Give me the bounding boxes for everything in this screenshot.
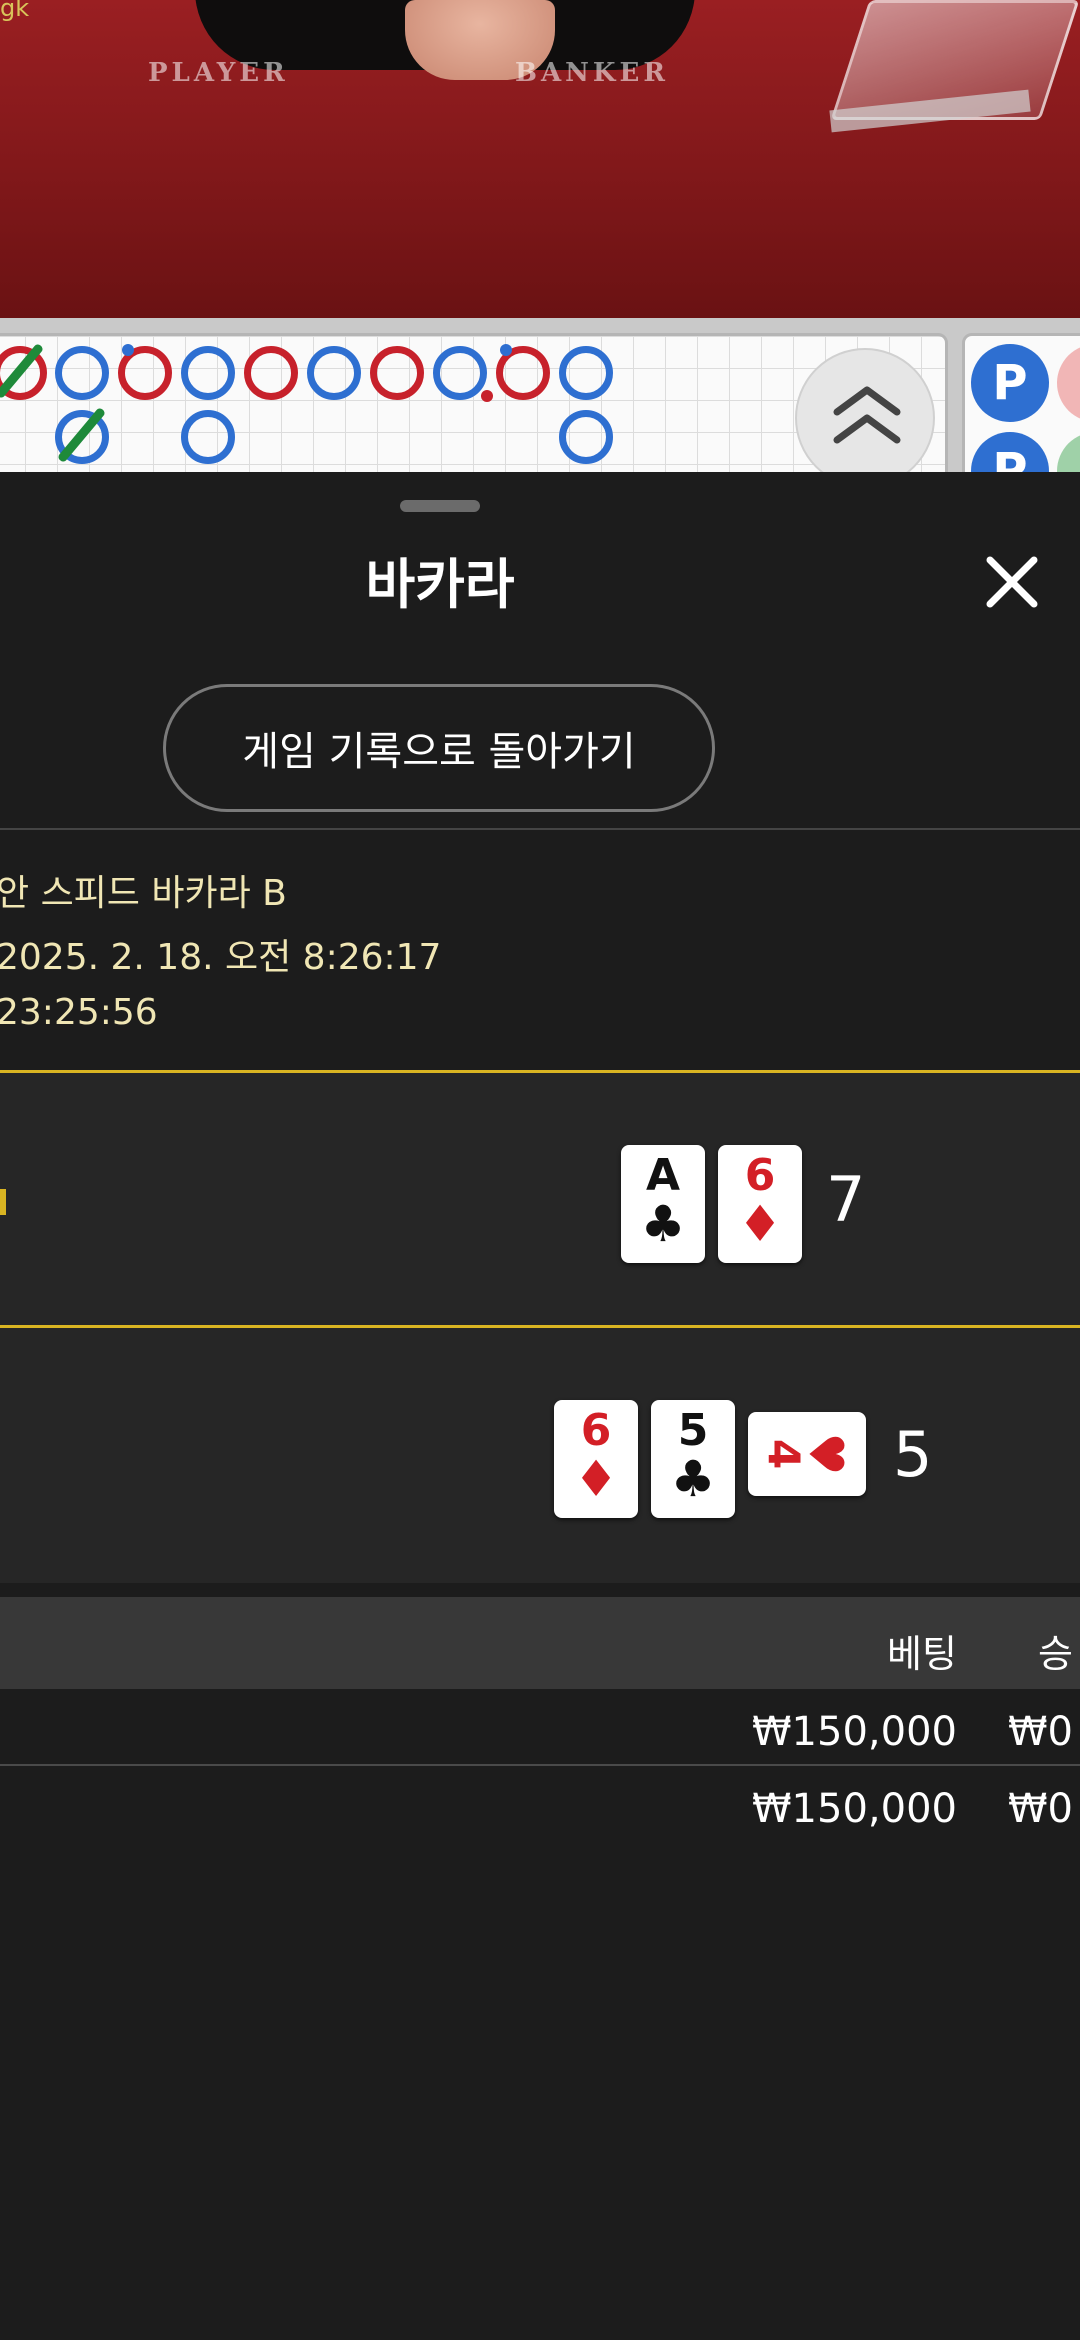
- game-datetime: 2025. 2. 18. 오전 8:26:17: [0, 937, 442, 978]
- road-cell-player: [433, 346, 487, 400]
- road-cell-player: [55, 346, 109, 400]
- bet-amount: ₩150,000: [752, 1709, 957, 1755]
- road-cell-player: [307, 346, 361, 400]
- hand-row: 6 ♦ 5 ♣ 4 ♥ 5: [0, 1328, 1080, 1583]
- winner-marker: [0, 1189, 6, 1215]
- banker-result-badge: [1057, 344, 1080, 422]
- road-cell-banker: [370, 346, 424, 400]
- playing-card: 6 ♦: [718, 1145, 802, 1263]
- playing-card: 5 ♣: [651, 1400, 735, 1518]
- bets-table-header: 베팅 승: [0, 1597, 1080, 1689]
- hand-score: 5: [893, 1418, 933, 1491]
- playing-card: A ♣: [621, 1145, 705, 1263]
- win-amount: ₩0: [1008, 1709, 1073, 1755]
- win-amount: ₩0: [1008, 1786, 1073, 1832]
- divider: [0, 828, 1080, 830]
- column-header-bet: 베팅: [887, 1632, 957, 1676]
- banker-felt-label: BANKER: [515, 58, 669, 88]
- back-to-history-button[interactable]: 게임 기록으로 돌아가기: [163, 684, 715, 812]
- player-felt-label: PLAYER: [148, 58, 289, 88]
- column-header-win: 승: [1038, 1632, 1073, 1676]
- road-pair-dot: [122, 344, 134, 356]
- bet-amount: ₩150,000: [752, 1786, 957, 1832]
- sheet-drag-handle[interactable]: [400, 500, 480, 512]
- hand-row: A ♣ 6 ♦ 7: [0, 1073, 1080, 1328]
- playing-card: 6 ♦: [554, 1400, 638, 1518]
- hand-score: 7: [826, 1163, 866, 1236]
- row-divider: [0, 1764, 1080, 1766]
- playing-card-sideways: 4 ♥: [748, 1412, 866, 1496]
- road-cell-player: [181, 346, 235, 400]
- game-name: 안 스피드 바카라 B: [0, 873, 287, 914]
- live-video: gk PLAYER BANKER: [0, 0, 1080, 318]
- game-detail-sheet: 바카라 게임 기록으로 돌아가기 안 스피드 바카라 B 2025. 2. 18…: [0, 472, 1080, 2340]
- close-icon: [986, 556, 1038, 608]
- double-chevron-up-icon: [833, 386, 901, 444]
- sheet-title: 바카라: [365, 553, 515, 616]
- close-button[interactable]: [980, 550, 1044, 614]
- road-cell-banker: [244, 346, 298, 400]
- road-pair-dot: [500, 344, 512, 356]
- road-cell-player: [181, 410, 235, 464]
- road-cell-player: [559, 346, 613, 400]
- road-pair-dot: [481, 390, 493, 402]
- round-id: 23:25:56: [0, 992, 158, 1033]
- big-road: P P: [962, 333, 1080, 493]
- road-cell-player: [559, 410, 613, 464]
- player-result-badge: P: [971, 344, 1049, 422]
- expand-road-button[interactable]: [795, 348, 935, 488]
- watermark: gk: [0, 0, 30, 22]
